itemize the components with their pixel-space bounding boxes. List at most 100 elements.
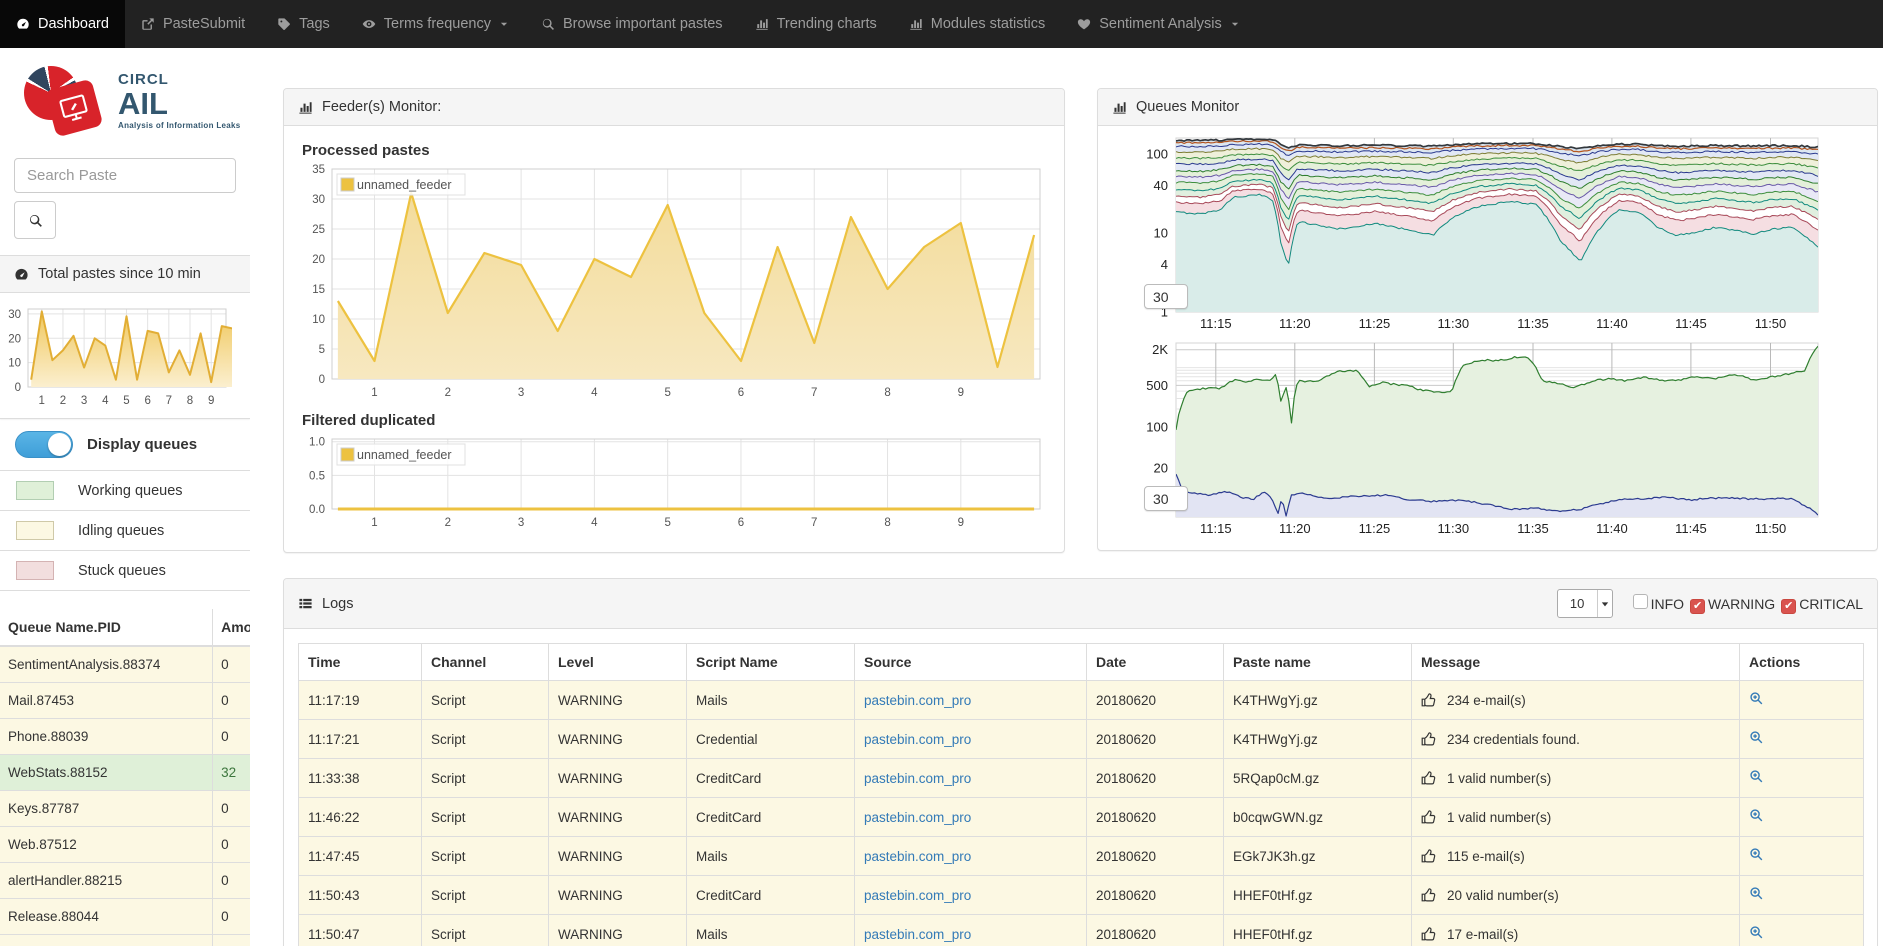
bar-chart-icon [909,17,923,31]
svg-text:4: 4 [1161,257,1168,272]
queue-row-mail-87453: Mail.874530 [0,683,250,719]
nav-item-dashboard[interactable]: Dashboard [0,0,125,48]
log-source-link[interactable]: pastebin.com_pro [864,810,971,825]
search-icon [28,213,43,228]
filter-label-info[interactable]: INFO [1651,596,1684,612]
show-paste-button[interactable] [1749,847,1764,862]
log-message: 234 credentials found. [1447,732,1580,747]
log-paste-name: K4THWgYj.gz [1224,681,1412,720]
show-paste-button[interactable] [1749,730,1764,745]
filter-label-critical[interactable]: CRITICAL [1799,596,1863,612]
filter-checkbox-warning[interactable]: ✔ [1690,599,1705,614]
log-date: 20180620 [1087,876,1224,915]
nav-item-modules-statistics[interactable]: Modules statistics [893,0,1061,48]
log-level: WARNING [549,720,687,759]
log-paste-name: b0cqwGWN.gz [1224,798,1412,837]
queue-amount: 0 [213,646,250,683]
log-source-link[interactable]: pastebin.com_pro [864,888,971,903]
processed-pastes-title: Processed pastes [302,142,1046,159]
time-window-input[interactable]: 30 [1144,486,1188,511]
queue-row-sentimentanalysis-88374: SentimentAnalysis.883740 [0,646,250,683]
show-paste-button[interactable] [1749,769,1764,784]
zoom-in-icon [1749,769,1764,784]
search-paste-input[interactable] [14,158,236,193]
thumbs-up-icon [1421,887,1437,903]
filter-label-warning[interactable]: WARNING [1708,596,1775,612]
time-window-input[interactable]: 30 [1144,284,1188,309]
log-source-link[interactable]: pastebin.com_pro [864,693,971,708]
svg-text:1: 1 [371,387,377,399]
nav-item-label: Terms frequency [384,16,491,32]
svg-text:6: 6 [738,517,744,529]
logs-table: TimeChannelLevelScript NameSourceDatePas… [298,643,1864,946]
total-pastes-title: Total pastes since 10 min [38,266,201,282]
logo-subtitle: Analysis of Information Leaks [118,122,241,130]
svg-text:3: 3 [81,395,87,407]
page-size-select[interactable]: 10 [1557,589,1613,618]
zoom-in-icon [1749,847,1764,862]
log-level: WARNING [549,759,687,798]
nav-item-pastesubmit[interactable]: PasteSubmit [125,0,261,48]
log-source-link[interactable]: pastebin.com_pro [864,849,971,864]
nav-item-sentiment-analysis[interactable]: Sentiment Analysis [1061,0,1256,48]
svg-text:5: 5 [123,395,129,407]
queue-name: Web.87512 [0,827,213,863]
queues-out-chart[interactable]: 5201005002K11:1511:2011:2511:3011:3511:4… [1112,339,1863,540]
app-logo: CIRCL AIL Analysis of Information Leaks [0,48,250,146]
svg-text:10: 10 [1154,226,1168,241]
log-script: CreditCard [687,876,855,915]
svg-text:9: 9 [958,387,964,399]
display-queues-row: Display queues [0,419,250,468]
svg-text:35: 35 [312,164,325,176]
display-queues-toggle[interactable] [15,431,73,458]
queue-col-amount: Amount [213,609,250,646]
log-message: 1 valid number(s) [1447,810,1551,825]
log-source-link[interactable]: pastebin.com_pro [864,927,971,942]
queue-row-phone-88039: Phone.880390 [0,719,250,755]
nav-item-terms-frequency[interactable]: Terms frequency [346,0,525,48]
log-channel: Script [422,876,549,915]
logs-col-date: Date [1087,644,1224,681]
nav-item-tags[interactable]: Tags [261,0,346,48]
zoom-in-icon [1749,730,1764,745]
legend-swatch [16,561,54,580]
legend-swatch [16,481,54,500]
queue-row-webstats-88152: WebStats.8815232 [0,755,250,791]
logo-line1: CIRCL [118,72,241,87]
nav-item-browse-important-pastes[interactable]: Browse important pastes [525,0,739,48]
monitor-icon [56,90,93,127]
navbar: DashboardPasteSubmitTags Terms frequency B… [0,0,1883,48]
show-paste-button[interactable] [1749,808,1764,823]
log-source-link[interactable]: pastebin.com_pro [864,732,971,747]
nav-item-trending-charts[interactable]: Trending charts [739,0,893,48]
svg-text:2: 2 [60,395,66,407]
svg-text:5: 5 [319,344,325,356]
log-source-link[interactable]: pastebin.com_pro [864,771,971,786]
filtered-duplicated-title: Filtered duplicated [302,412,1046,429]
log-row: 11:46:22ScriptWARNINGCreditCardpastebin.… [299,798,1864,837]
queue-name: alertHandler.88215 [0,863,213,899]
svg-text:11:30: 11:30 [1438,316,1470,331]
svg-text:2: 2 [445,517,451,529]
filter-checkbox-critical[interactable]: ✔ [1781,599,1796,614]
svg-text:5: 5 [664,387,670,399]
filtered-duplicated-chart: 0.00.51.0123456789unnamed_feeder [302,431,1046,538]
log-date: 20180620 [1087,681,1224,720]
svg-text:9: 9 [958,517,964,529]
log-message: 115 e-mail(s) [1447,849,1525,864]
search-button[interactable] [14,201,56,239]
log-row: 11:33:38ScriptWARNINGCreditCardpastebin.… [299,759,1864,798]
page-size-value: 10 [1558,596,1597,611]
show-paste-button[interactable] [1749,925,1764,940]
paste-submit-icon [141,17,155,31]
svg-text:4: 4 [102,395,109,407]
svg-text:11:40: 11:40 [1596,316,1628,331]
filter-checkbox-info[interactable] [1633,594,1648,609]
zoom-in-icon [1749,691,1764,706]
show-paste-button[interactable] [1749,691,1764,706]
queues-monitor-title: Queues Monitor [1136,99,1239,115]
show-paste-button[interactable] [1749,886,1764,901]
thumbs-up-icon [1421,692,1437,708]
logs-col-actions: Actions [1740,644,1864,681]
queues-in-chart[interactable]: 14104010011:1511:2011:2511:3011:3511:401… [1112,134,1863,335]
